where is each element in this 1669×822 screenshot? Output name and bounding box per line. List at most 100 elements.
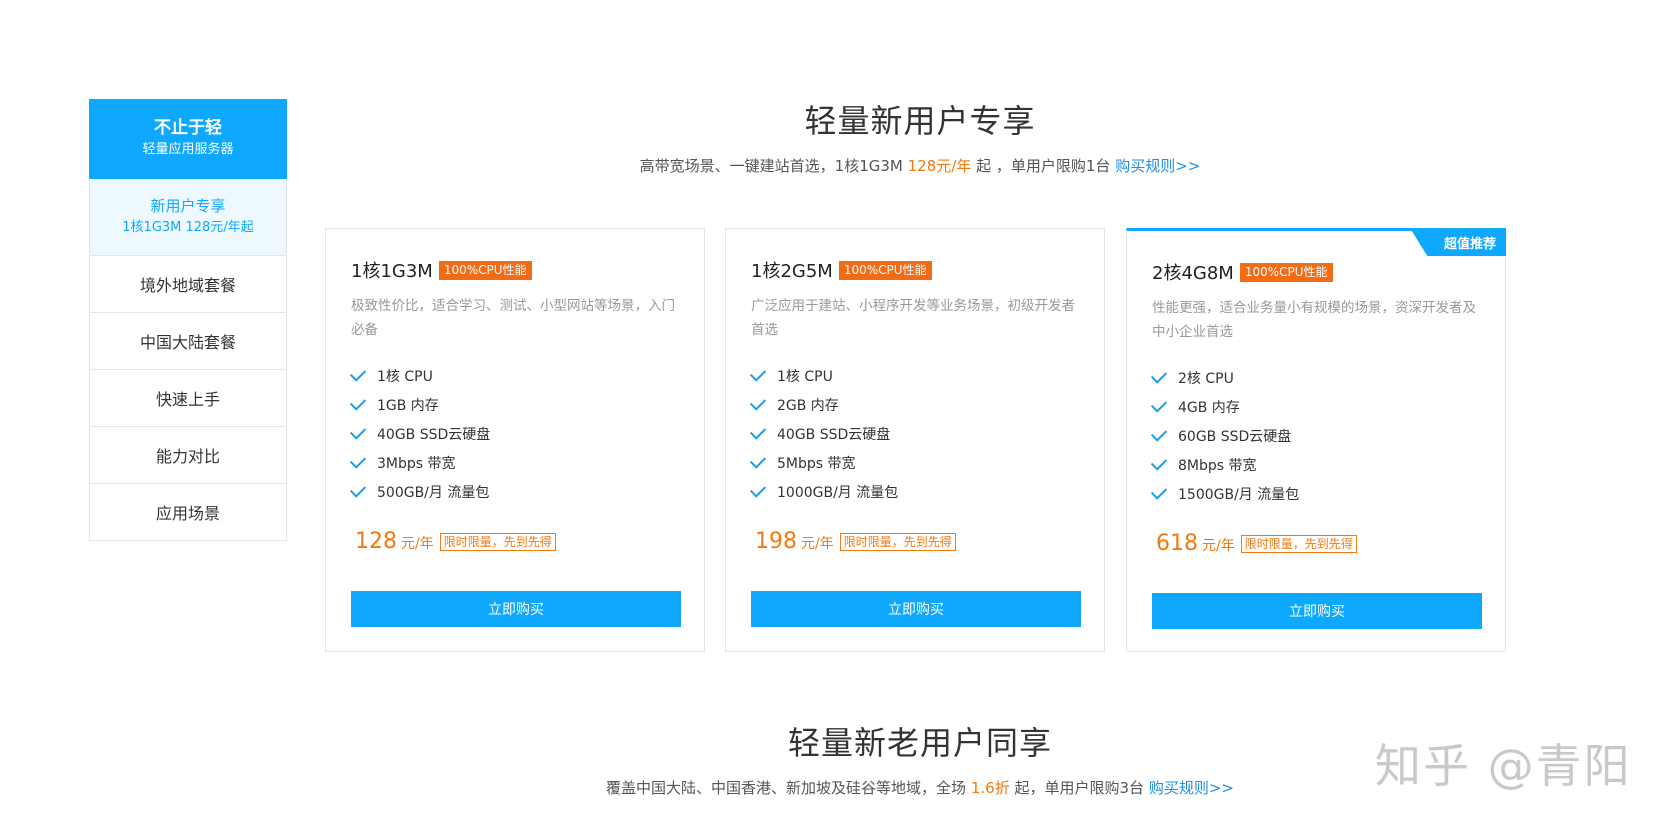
buy-now-button[interactable]: 立即购买 <box>351 591 681 627</box>
price-unit: 元/年 <box>1202 538 1235 554</box>
plan-title: 1核2G5M 100%CPU性能 <box>751 257 932 283</box>
limited-offer-badge: 限时限量，先到先得 <box>439 533 556 551</box>
plan-card: 超值推荐 2核4G8M 100%CPU性能 性能更强，适合业务量小有规模的场景，… <box>1126 228 1506 652</box>
subtitle-discount: 1.6折 <box>970 779 1010 797</box>
check-icon <box>749 452 767 469</box>
spec-text: 4GB 内存 <box>1178 399 1240 416</box>
spec-item: 1核 CPU <box>749 361 898 390</box>
check-icon <box>1150 396 1168 413</box>
spec-text: 500GB/月 流量包 <box>377 484 490 501</box>
limited-offer-badge: 限时限量，先到先得 <box>839 533 956 551</box>
spec-text: 60GB SSD云硬盘 <box>1178 428 1292 445</box>
plan-card: 1核1G3M 100%CPU性能 极致性价比，适合学习、测试、小型网站等场景，入… <box>325 228 705 652</box>
plan-title: 1核1G3M 100%CPU性能 <box>351 257 532 283</box>
spec-list: 1核 CPU 1GB 内存 40GB SSD云硬盘 3Mbps 带宽 500GB… <box>349 361 491 506</box>
sidebar-item-label: 中国大陆套餐 <box>139 333 236 352</box>
spec-text: 1核 CPU <box>377 368 433 385</box>
check-icon <box>1150 367 1168 384</box>
sidebar-item-sublabel: 1核1G3M 128元/年起 <box>122 220 254 235</box>
cpu-performance-badge: 100%CPU性能 <box>438 260 532 280</box>
sidebar-item-overseas[interactable]: 境外地域套餐 <box>89 256 287 313</box>
spec-text: 1000GB/月 流量包 <box>777 484 899 501</box>
section-subtitle: 高带宽场景、一键建站首选，1核1G3M 128元/年 起 ，单用户限购1台 购买… <box>0 155 1669 176</box>
sidebar-item-quickstart[interactable]: 快速上手 <box>89 370 287 427</box>
price-row: 128 元/年 限时限量，先到先得 <box>355 529 556 554</box>
check-icon <box>1150 483 1168 500</box>
spec-item: 1000GB/月 流量包 <box>749 477 899 506</box>
spec-text: 1核 CPU <box>777 368 833 385</box>
zhihu-watermark: 知乎 @青阳 <box>1375 739 1632 793</box>
spec-item: 40GB SSD云硬盘 <box>749 419 898 448</box>
subtitle-text: 覆盖中国大陆、中国香港、新加坡及硅谷等地域，全场 <box>606 779 967 797</box>
check-icon <box>349 452 367 469</box>
price-amount: 198 <box>755 529 797 554</box>
sidebar-item-label: 应用场景 <box>155 504 220 523</box>
buy-now-button[interactable]: 立即购买 <box>751 591 1081 627</box>
sidebar-item-label: 境外地域套餐 <box>139 276 236 295</box>
check-icon <box>1150 425 1168 442</box>
price-unit: 元/年 <box>401 536 434 552</box>
purchase-rules-link[interactable]: 购买规则>> <box>1149 779 1234 797</box>
spec-text: 1500GB/月 流量包 <box>1178 486 1300 503</box>
sidebar-item-compare[interactable]: 能力对比 <box>89 427 287 484</box>
subtitle-text: 起，单用户限购3台 <box>1014 779 1145 797</box>
buy-now-button[interactable]: 立即购买 <box>1152 593 1482 629</box>
spec-list: 1核 CPU 2GB 内存 40GB SSD云硬盘 5Mbps 带宽 1000G… <box>749 361 899 506</box>
price-amount: 618 <box>1156 531 1198 556</box>
cpu-performance-badge: 100%CPU性能 <box>838 260 932 280</box>
plan-description: 性能更强，适合业务量小有规模的场景，资深开发者及中小企业首选 <box>1152 300 1476 340</box>
sidebar-item-label: 新用户专享 <box>150 197 226 215</box>
price-row: 198 元/年 限时限量，先到先得 <box>755 529 956 554</box>
spec-text: 8Mbps 带宽 <box>1178 457 1257 474</box>
sidebar-item-label: 能力对比 <box>155 447 220 466</box>
check-icon <box>1150 454 1168 471</box>
price-unit: 元/年 <box>801 536 834 552</box>
plan-title: 2核4G8M 100%CPU性能 <box>1152 259 1333 285</box>
plan-name: 1核1G3M <box>351 261 433 282</box>
spec-item: 40GB SSD云硬盘 <box>349 419 491 448</box>
spec-item: 1核 CPU <box>349 361 490 390</box>
sidebar-item-new-user[interactable]: 新用户专享 1核1G3M 128元/年起 <box>89 179 287 256</box>
check-icon <box>349 481 367 498</box>
spec-item: 1GB 内存 <box>349 390 490 419</box>
check-icon <box>749 394 767 411</box>
check-icon <box>349 365 367 382</box>
section-title: 轻量新用户专享 <box>804 102 1036 140</box>
spec-item: 8Mbps 带宽 <box>1150 450 1299 479</box>
plan-card: 1核2G5M 100%CPU性能 广泛应用于建站、小程序开发等业务场景，初级开发… <box>725 228 1105 652</box>
spec-text: 3Mbps 带宽 <box>377 455 456 472</box>
subtitle-price: 128元/年 <box>907 157 972 175</box>
spec-item: 2GB 内存 <box>749 390 898 419</box>
spec-item: 60GB SSD云硬盘 <box>1150 421 1299 450</box>
sidebar-item-label: 快速上手 <box>155 390 220 409</box>
spec-text: 1GB 内存 <box>377 397 439 414</box>
plan-name: 2核4G8M <box>1152 263 1234 284</box>
check-icon <box>349 394 367 411</box>
plan-description: 极致性价比，适合学习、测试、小型网站等场景，入门必备 <box>351 298 675 338</box>
spec-item: 4GB 内存 <box>1150 392 1299 421</box>
price-amount: 128 <box>355 529 397 554</box>
spec-item: 1500GB/月 流量包 <box>1150 479 1300 508</box>
spec-list: 2核 CPU 4GB 内存 60GB SSD云硬盘 8Mbps 带宽 1500G… <box>1150 363 1300 508</box>
spec-item: 2核 CPU <box>1150 363 1299 392</box>
spec-item: 500GB/月 流量包 <box>349 477 490 506</box>
spec-text: 40GB SSD云硬盘 <box>777 426 891 443</box>
cpu-performance-badge: 100%CPU性能 <box>1239 262 1333 282</box>
subtitle-text: 起 ，单用户限购1台 <box>976 157 1111 175</box>
purchase-rules-link[interactable]: 购买规则>> <box>1115 157 1200 175</box>
spec-item: 5Mbps 带宽 <box>749 448 898 477</box>
plan-name: 1核2G5M <box>751 261 833 282</box>
sidebar-item-scenarios[interactable]: 应用场景 <box>89 484 287 541</box>
plan-description: 广泛应用于建站、小程序开发等业务场景，初级开发者首选 <box>751 298 1075 338</box>
check-icon <box>749 365 767 382</box>
spec-text: 40GB SSD云硬盘 <box>377 426 491 443</box>
spec-text: 2GB 内存 <box>777 397 839 414</box>
price-row: 618 元/年 限时限量，先到先得 <box>1156 531 1357 556</box>
check-icon <box>749 423 767 440</box>
spec-text: 2核 CPU <box>1178 370 1234 387</box>
spec-item: 3Mbps 带宽 <box>349 448 490 477</box>
spec-text: 5Mbps 带宽 <box>777 455 856 472</box>
sidebar-item-mainland[interactable]: 中国大陆套餐 <box>89 313 287 370</box>
check-icon <box>349 423 367 440</box>
check-icon <box>749 481 767 498</box>
